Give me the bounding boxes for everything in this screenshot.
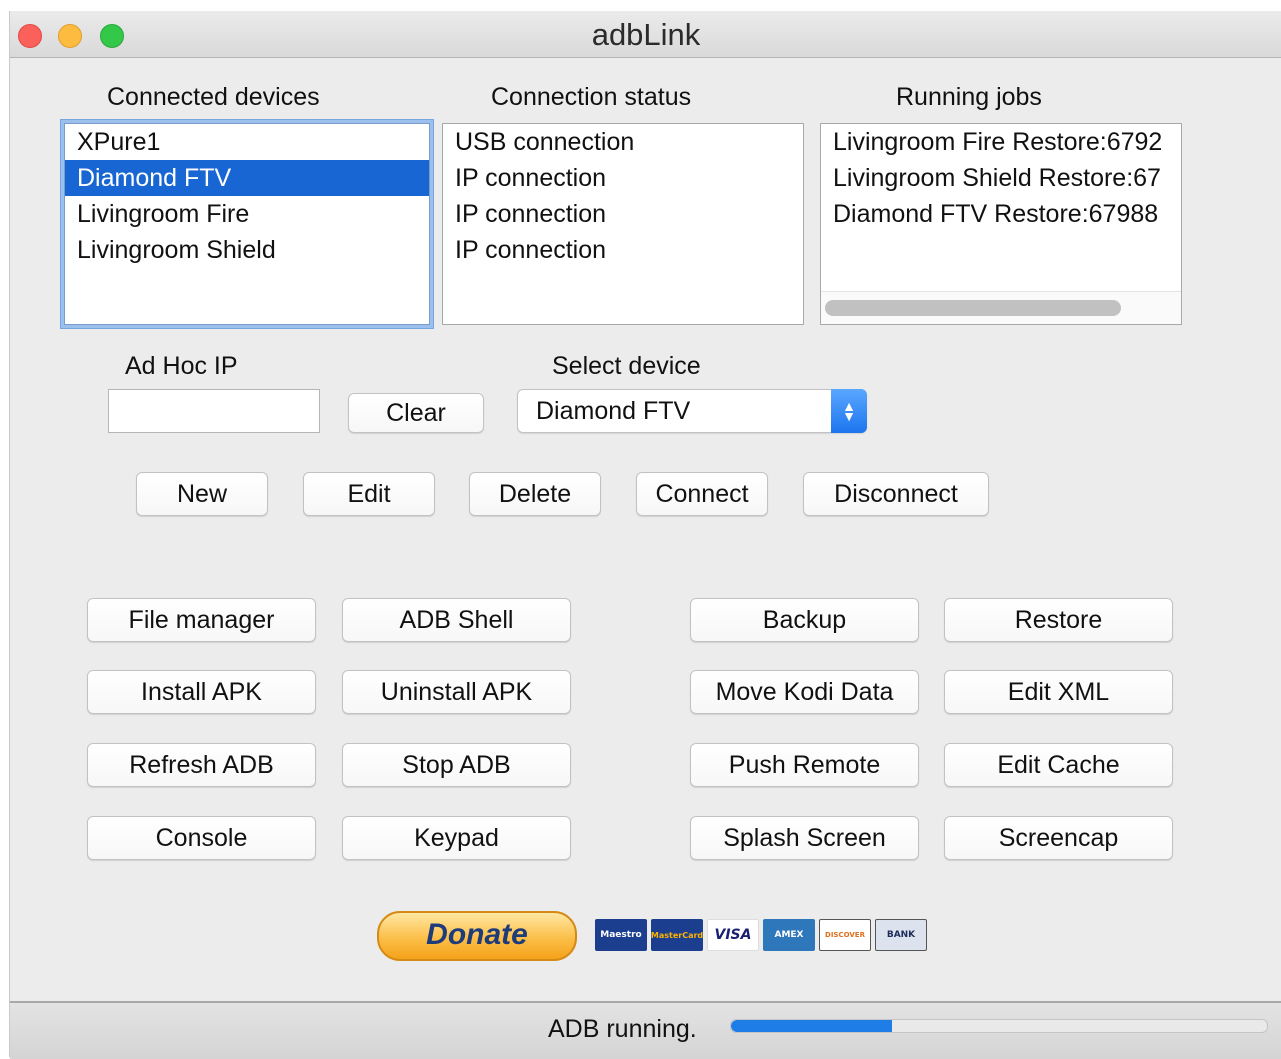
running-jobs-label: Running jobs: [896, 83, 1042, 111]
scrollbar-thumb[interactable]: [825, 300, 1121, 316]
app-window: adbLink Connected devices Connection sta…: [9, 11, 1281, 1059]
status-item: USB connection: [455, 128, 635, 156]
status-bar: ADB running.: [10, 1001, 1281, 1059]
restore-button[interactable]: Restore: [944, 598, 1173, 642]
uninstall-apk-button[interactable]: Uninstall APK: [342, 670, 571, 714]
status-item: IP connection: [455, 236, 607, 264]
progress-fill: [731, 1020, 892, 1032]
window-title: adbLink: [591, 17, 701, 52]
connected-devices-label: Connected devices: [107, 83, 320, 111]
move-kodi-data-button[interactable]: Move Kodi Data: [690, 670, 919, 714]
title-bar: adbLink: [10, 11, 1281, 58]
screencap-button[interactable]: Screencap: [944, 816, 1173, 860]
select-device-value: Diamond FTV: [536, 397, 691, 425]
delete-device-button[interactable]: Delete: [469, 472, 601, 516]
new-device-button[interactable]: New: [136, 472, 268, 516]
status-text: ADB running.: [548, 1015, 697, 1043]
clear-button[interactable]: Clear: [348, 393, 484, 433]
refresh-adb-button[interactable]: Refresh ADB: [87, 743, 316, 787]
backup-button[interactable]: Backup: [690, 598, 919, 642]
maestro-icon: Maestro: [595, 919, 647, 951]
horizontal-scrollbar[interactable]: [821, 291, 1181, 324]
job-item: Livingroom Fire Restore:6792: [833, 128, 1163, 156]
install-apk-button[interactable]: Install APK: [87, 670, 316, 714]
file-manager-button[interactable]: File manager: [87, 598, 316, 642]
select-device-dropdown[interactable]: Diamond FTV ▲ ▼: [517, 389, 867, 433]
edit-cache-button[interactable]: Edit Cache: [944, 743, 1173, 787]
select-device-label: Select device: [552, 352, 701, 380]
device-item[interactable]: Livingroom Shield: [65, 232, 429, 268]
adb-shell-button[interactable]: ADB Shell: [342, 598, 571, 642]
device-item[interactable]: Livingroom Fire: [65, 196, 429, 232]
connect-button[interactable]: Connect: [636, 472, 768, 516]
connection-status-list[interactable]: USB connection IP connection IP connecti…: [442, 123, 804, 325]
bank-icon: BANK: [875, 919, 927, 951]
stop-adb-button[interactable]: Stop ADB: [342, 743, 571, 787]
edit-device-button[interactable]: Edit: [303, 472, 435, 516]
discover-icon: DISCOVER: [819, 919, 871, 951]
device-item[interactable]: XPure1: [65, 124, 429, 160]
job-item: Livingroom Shield Restore:67: [833, 164, 1161, 192]
status-item: IP connection: [455, 164, 607, 192]
device-item-selected[interactable]: Diamond FTV: [65, 160, 429, 196]
running-jobs-list[interactable]: Livingroom Fire Restore:6792 Livingroom …: [820, 123, 1182, 325]
progress-bar: [730, 1019, 1268, 1033]
chevron-updown-icon: ▲ ▼: [831, 389, 867, 433]
console-button[interactable]: Console: [87, 816, 316, 860]
status-item: IP connection: [455, 200, 607, 228]
adhoc-ip-input[interactable]: [108, 389, 320, 433]
keypad-button[interactable]: Keypad: [342, 816, 571, 860]
mastercard-icon: MasterCard: [651, 919, 703, 951]
donate-button[interactable]: Donate: [377, 911, 577, 961]
edit-xml-button[interactable]: Edit XML: [944, 670, 1173, 714]
job-item: Diamond FTV Restore:67988: [833, 200, 1159, 228]
disconnect-button[interactable]: Disconnect: [803, 472, 989, 516]
push-remote-button[interactable]: Push Remote: [690, 743, 919, 787]
payment-cards: Maestro MasterCard VISA AMEX DISCOVER BA…: [595, 919, 927, 951]
visa-icon: VISA: [707, 919, 759, 951]
adhoc-ip-label: Ad Hoc IP: [125, 352, 238, 380]
splash-screen-button[interactable]: Splash Screen: [690, 816, 919, 860]
connected-devices-list[interactable]: XPure1 Diamond FTV Livingroom Fire Livin…: [64, 123, 430, 325]
connection-status-label: Connection status: [491, 83, 692, 111]
amex-icon: AMEX: [763, 919, 815, 951]
